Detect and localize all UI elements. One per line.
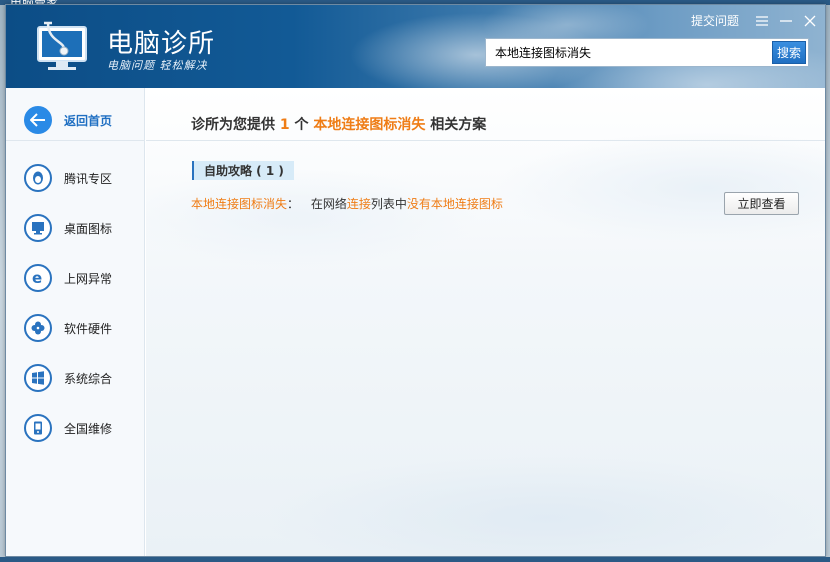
sidebar: 返回首页 腾讯专区 桌面图标 e 上网异常 软件硬件 系统综合 全国维修 bbox=[6, 88, 145, 556]
result-desc-4: 没有本地连接图标 bbox=[406, 197, 503, 211]
summary-prefix: 诊所为您提供 bbox=[191, 117, 275, 133]
minimize-icon[interactable] bbox=[779, 14, 793, 28]
close-icon[interactable] bbox=[803, 14, 817, 28]
list-item: 本地连接图标消失： 在网络连接列表中没有本地连接图标 bbox=[191, 195, 503, 212]
search-button[interactable]: 搜索 bbox=[772, 41, 806, 64]
summary-count: 1 bbox=[279, 117, 290, 133]
sidebar-item-home[interactable]: 返回首页 bbox=[24, 105, 112, 135]
submit-question-link[interactable]: 提交问题 bbox=[691, 12, 739, 29]
monitor-icon bbox=[24, 214, 52, 242]
sidebar-item-label: 腾讯专区 bbox=[64, 171, 113, 186]
sidebar-item-label: 返回首页 bbox=[64, 113, 113, 128]
sidebar-item-repair[interactable]: 全国维修 bbox=[24, 413, 112, 443]
windows-logo-icon bbox=[24, 364, 52, 392]
sidebar-item-label: 全国维修 bbox=[64, 421, 113, 436]
sidebar-item-label: 系统综合 bbox=[64, 371, 113, 386]
desktop-strip-bottom bbox=[0, 557, 830, 562]
search-box: 搜索 bbox=[485, 38, 809, 67]
back-arrow-icon bbox=[24, 106, 52, 134]
menu-icon[interactable] bbox=[755, 14, 769, 28]
monitor-stethoscope-logo-icon bbox=[37, 21, 87, 70]
search-input[interactable] bbox=[486, 39, 772, 66]
ie-icon: e bbox=[24, 264, 52, 292]
clover-icon bbox=[24, 314, 52, 342]
app-window: 电脑诊所 电脑问题 轻松解决 提交问题 搜索 返回首页 bbox=[5, 4, 826, 557]
self-help-section-label: 自助攻略 ( 1 ) bbox=[192, 161, 294, 180]
sidebar-item-network[interactable]: e 上网异常 bbox=[24, 263, 112, 293]
summary-divider bbox=[146, 140, 825, 141]
svg-text:e: e bbox=[32, 269, 42, 287]
view-now-button[interactable]: 立即查看 bbox=[724, 192, 799, 215]
sidebar-item-label: 上网异常 bbox=[64, 271, 113, 286]
result-desc-1: 在网络 bbox=[310, 197, 347, 211]
qq-penguin-icon bbox=[24, 164, 52, 192]
sidebar-item-label: 软件硬件 bbox=[64, 321, 113, 336]
result-desc-3: 列表中 bbox=[370, 197, 407, 211]
brand-name: 电脑诊所 bbox=[107, 29, 216, 59]
sidebar-item-label: 桌面图标 bbox=[64, 221, 113, 236]
phone-icon bbox=[24, 414, 52, 442]
result-summary: 诊所为您提供 1 个 本地连接图标消失 相关方案 bbox=[191, 114, 486, 134]
sidebar-item-system[interactable]: 系统综合 bbox=[24, 363, 112, 393]
sidebar-item-software-hardware[interactable]: 软件硬件 bbox=[24, 313, 112, 343]
result-title-link[interactable]: 本地连接图标消失 bbox=[191, 197, 287, 211]
header-actions: 提交问题 bbox=[691, 12, 817, 29]
header-banner: 电脑诊所 电脑问题 轻松解决 提交问题 搜索 bbox=[6, 5, 825, 88]
result-separator: ： bbox=[287, 197, 300, 211]
result-desc-2: 连接 bbox=[346, 197, 371, 211]
sidebar-divider bbox=[6, 140, 145, 141]
summary-unit: 个 bbox=[294, 117, 309, 133]
main-content: 诊所为您提供 1 个 本地连接图标消失 相关方案 自助攻略 ( 1 ) 本地连接… bbox=[146, 88, 825, 556]
summary-suffix: 相关方案 bbox=[430, 117, 487, 133]
sidebar-item-tencent[interactable]: 腾讯专区 bbox=[24, 163, 112, 193]
brand-slogan: 电脑问题 轻松解决 bbox=[107, 59, 208, 72]
sidebar-item-desktop-icons[interactable]: 桌面图标 bbox=[24, 213, 112, 243]
summary-keyword: 本地连接图标消失 bbox=[313, 117, 426, 133]
